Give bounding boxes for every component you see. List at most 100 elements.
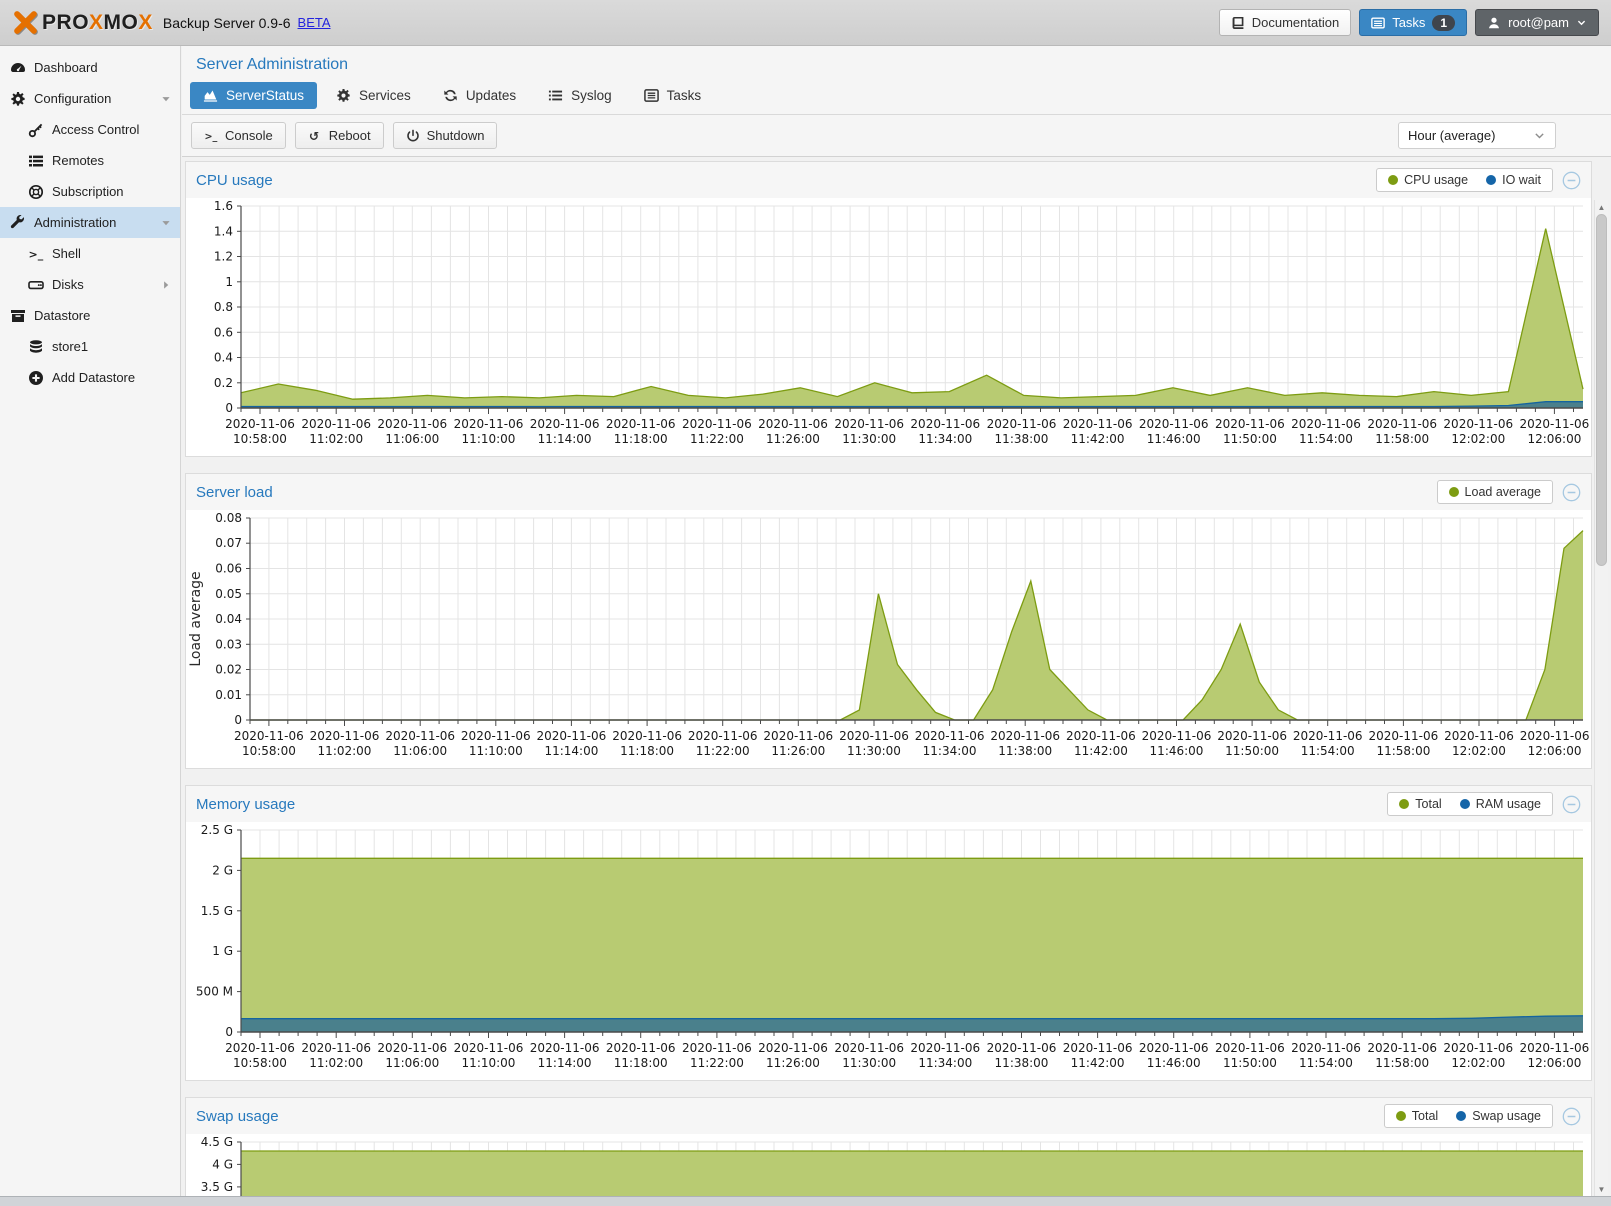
proxmox-wordmark: PROXMOX [42, 11, 153, 35]
svg-text:2020-11-06: 2020-11-06 [990, 729, 1060, 743]
svg-text:11:14:00: 11:14:00 [538, 432, 592, 446]
time-range-value: Hour (average) [1408, 128, 1495, 143]
sidebar-item-administration[interactable]: Administration [0, 207, 180, 238]
collapse-chart-icon[interactable] [1562, 483, 1581, 502]
chart-legend: TotalSwap usage [1384, 1104, 1553, 1128]
sidebar-item-disks[interactable]: Disks [0, 269, 180, 300]
tab-tasks[interactable]: Tasks [631, 82, 715, 109]
svg-text:11:42:00: 11:42:00 [1074, 744, 1128, 758]
documentation-button[interactable]: Documentation [1219, 9, 1351, 36]
button-label: Shutdown [427, 128, 485, 143]
svg-text:11:46:00: 11:46:00 [1150, 744, 1204, 758]
svg-text:11:42:00: 11:42:00 [1071, 432, 1125, 446]
svg-text:11:14:00: 11:14:00 [544, 744, 598, 758]
window-bottom-edge [0, 1196, 1611, 1206]
svg-text:2020-11-06: 2020-11-06 [530, 1041, 600, 1055]
chart-title: Memory usage [196, 796, 295, 813]
svg-text:2020-11-06: 2020-11-06 [834, 417, 904, 431]
chart-panel-cpu-usage: CPU usageCPU usageIO wait00.20.40.60.811… [185, 161, 1592, 457]
svg-text:0: 0 [225, 1025, 233, 1039]
sidebar-item-label: Subscription [52, 184, 124, 199]
svg-text:10:58:00: 10:58:00 [233, 1056, 287, 1070]
main-content: Server Administration ServerStatus Servic… [182, 46, 1611, 1196]
chart-panel-header: Swap usageTotalSwap usage [186, 1098, 1591, 1134]
tab-serverstatus[interactable]: ServerStatus [190, 82, 317, 109]
svg-text:2020-11-06: 2020-11-06 [1369, 729, 1439, 743]
console-button[interactable]: >_Console [191, 122, 286, 149]
sidebar-item-dashboard[interactable]: Dashboard [0, 52, 180, 83]
chart-plot-area: 0500 M1 G1.5 G2 G2.5 G2020-11-0610:58:00… [186, 822, 1591, 1080]
svg-text:0.08: 0.08 [215, 511, 242, 525]
tab-label: Services [359, 88, 411, 103]
svg-text:11:46:00: 11:46:00 [1147, 1056, 1201, 1070]
chart-legend: CPU usageIO wait [1376, 168, 1553, 192]
user-menu-button[interactable]: root@pam [1475, 9, 1599, 36]
user-icon [1487, 16, 1501, 30]
shutdown-button[interactable]: Shutdown [393, 122, 498, 149]
svg-text:0.02: 0.02 [215, 663, 242, 677]
chevron-down-icon [1533, 129, 1546, 142]
tab-updates[interactable]: Updates [430, 82, 529, 109]
collapse-chart-icon[interactable] [1562, 171, 1581, 190]
svg-text:0.4: 0.4 [214, 351, 233, 365]
scroll-down-arrow[interactable]: ▼ [1595, 1182, 1608, 1196]
sidebar-item-access-control[interactable]: Access Control [0, 114, 180, 145]
sidebar-item-datastore[interactable]: Datastore [0, 300, 180, 331]
caret-right-icon [160, 279, 172, 291]
beta-link[interactable]: BETA [298, 15, 331, 30]
tasks-button[interactable]: Tasks 1 [1359, 9, 1467, 36]
svg-text:Load average: Load average [188, 571, 204, 666]
vertical-scrollbar[interactable]: ▲ ▼ [1594, 200, 1608, 1196]
svg-text:2020-11-06: 2020-11-06 [225, 1041, 295, 1055]
scroll-up-arrow[interactable]: ▲ [1595, 200, 1608, 214]
svg-text:10:58:00: 10:58:00 [242, 744, 296, 758]
svg-text:2020-11-06: 2020-11-06 [763, 729, 833, 743]
box-icon [10, 308, 26, 324]
svg-text:11:38:00: 11:38:00 [995, 1056, 1049, 1070]
sidebar-item-configuration[interactable]: Configuration [0, 83, 180, 114]
collapse-chart-icon[interactable] [1562, 1107, 1581, 1126]
svg-text:11:02:00: 11:02:00 [309, 432, 363, 446]
svg-text:11:30:00: 11:30:00 [842, 432, 896, 446]
sidebar-item-remotes[interactable]: Remotes [0, 145, 180, 176]
sidebar-item-shell[interactable]: >_Shell [0, 238, 180, 269]
time-range-select[interactable]: Hour (average) [1398, 122, 1556, 149]
tab-syslog[interactable]: Syslog [535, 82, 625, 109]
svg-text:12:02:00: 12:02:00 [1452, 744, 1506, 758]
sidebar-item-add-datastore[interactable]: Add Datastore [0, 362, 180, 393]
svg-text:11:22:00: 11:22:00 [690, 1056, 744, 1070]
svg-text:2020-11-06: 2020-11-06 [454, 417, 524, 431]
power-icon [406, 129, 420, 143]
svg-text:0.01: 0.01 [215, 688, 242, 702]
page-title: Server Administration [182, 46, 1611, 82]
sidebar-item-store1[interactable]: store1 [0, 331, 180, 362]
button-label: Console [225, 128, 273, 143]
svg-text:11:42:00: 11:42:00 [1071, 1056, 1125, 1070]
database-icon [28, 339, 44, 355]
legend-item-total: Total [1399, 797, 1441, 811]
legend-item-load-average: Load average [1449, 485, 1541, 499]
sidebar-item-subscription[interactable]: Subscription [0, 176, 180, 207]
legend-item-cpu-usage: CPU usage [1388, 173, 1468, 187]
chart-panel-header: Server loadLoad average [186, 474, 1591, 510]
svg-text:11:06:00: 11:06:00 [385, 432, 439, 446]
svg-text:2020-11-06: 2020-11-06 [234, 729, 304, 743]
svg-text:2020-11-06: 2020-11-06 [758, 1041, 828, 1055]
svg-text:11:30:00: 11:30:00 [847, 744, 901, 758]
button-label: Reboot [329, 128, 371, 143]
svg-text:0.2: 0.2 [214, 376, 233, 390]
proxmox-x-icon [12, 9, 39, 36]
svg-text:2020-11-06: 2020-11-06 [1063, 1041, 1133, 1055]
svg-text:0.8: 0.8 [214, 300, 233, 314]
app-header: PROXMOX Backup Server 0.9-6 BETA Documen… [0, 0, 1611, 46]
scrollbar-thumb[interactable] [1596, 214, 1607, 566]
legend-dot-icon [1460, 799, 1470, 809]
svg-text:11:06:00: 11:06:00 [385, 1056, 439, 1070]
tab-services[interactable]: Services [323, 82, 424, 109]
reboot-button[interactable]: ↺Reboot [295, 122, 384, 149]
svg-text:1: 1 [225, 275, 233, 289]
chart-panel-header: CPU usageCPU usageIO wait [186, 162, 1591, 198]
collapse-chart-icon[interactable] [1562, 795, 1581, 814]
svg-text:2020-11-06: 2020-11-06 [1443, 1041, 1513, 1055]
svg-text:2020-11-06: 2020-11-06 [606, 1041, 676, 1055]
